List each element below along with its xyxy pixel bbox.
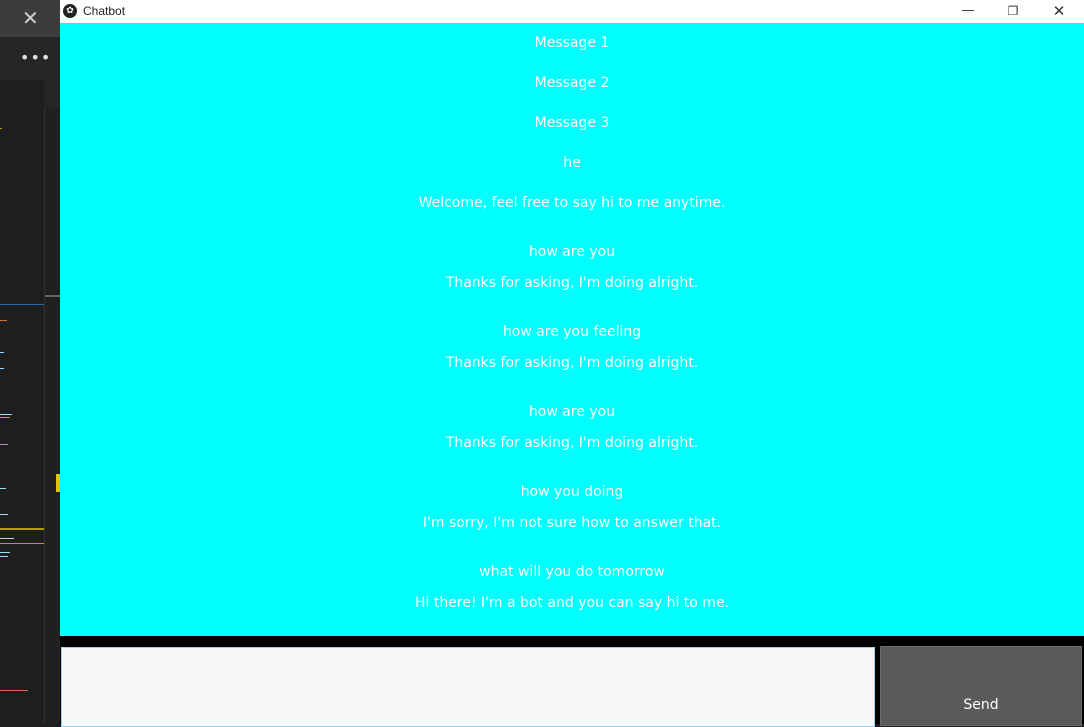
code-line xyxy=(0,444,8,445)
editor-code-area xyxy=(0,80,44,724)
divider xyxy=(0,543,44,544)
code-line xyxy=(0,414,12,415)
minimize-button[interactable]: — xyxy=(945,1,991,21)
send-button[interactable]: Send xyxy=(880,646,1082,726)
chat-message: how you doing xyxy=(520,484,624,500)
code-line xyxy=(0,352,4,353)
title-bar[interactable]: ✿ Chatbot — ❐ ✕ xyxy=(60,0,1084,23)
chat-message: I'm sorry, I'm not sure how to answer th… xyxy=(422,515,722,531)
chatbot-window: ✿ Chatbot — ❐ ✕ Message 1 Message 2 Mess… xyxy=(60,0,1084,727)
code-line xyxy=(0,128,2,129)
code-line xyxy=(0,417,10,418)
chat-message: Thanks for asking, I'm doing alright. xyxy=(445,355,699,371)
code-line xyxy=(0,320,7,321)
close-button[interactable]: ✕ xyxy=(1036,1,1082,21)
restore-button[interactable]: ❐ xyxy=(990,1,1036,21)
code-line xyxy=(0,556,8,557)
divider xyxy=(45,295,60,297)
code-line xyxy=(0,514,8,515)
editor-minimap xyxy=(44,108,60,724)
chat-message: what will you do tomorrow xyxy=(479,564,665,580)
chat-history[interactable]: Message 1 Message 2 Message 3 he Welcome… xyxy=(60,23,1084,636)
code-line xyxy=(0,368,4,369)
more-options-icon[interactable]: ••• xyxy=(20,48,51,67)
chat-message: Thanks for asking, I'm doing alright. xyxy=(445,275,699,291)
app-logo-icon: ✿ xyxy=(63,4,77,18)
chat-message: Message 3 xyxy=(534,115,610,131)
code-line xyxy=(0,690,28,691)
input-bar: Send xyxy=(60,636,1084,727)
chat-message: he xyxy=(563,155,581,171)
code-line xyxy=(0,538,14,539)
message-input[interactable] xyxy=(61,647,875,727)
chat-message: how are you xyxy=(528,244,616,260)
chat-message: Message 2 xyxy=(534,75,610,91)
divider xyxy=(0,528,44,530)
close-icon[interactable]: ✕ xyxy=(22,6,39,30)
chat-message: Thanks for asking, I'm doing alright. xyxy=(445,435,699,451)
chat-message: how are you feeling xyxy=(502,324,642,340)
code-line xyxy=(0,488,6,489)
background-editor-window: ✕ ••• xyxy=(0,0,60,724)
chat-message: how are you xyxy=(528,404,616,420)
code-line xyxy=(0,552,10,553)
chat-message: Welcome, feel free to say hi to me anyti… xyxy=(418,195,726,211)
divider xyxy=(0,304,44,305)
chat-message: Hi there! I'm a bot and you can say hi t… xyxy=(414,595,730,611)
window-title: Chatbot xyxy=(83,4,126,18)
chat-message: Message 1 xyxy=(534,35,610,51)
editor-tab-bar: ✕ xyxy=(0,0,60,37)
